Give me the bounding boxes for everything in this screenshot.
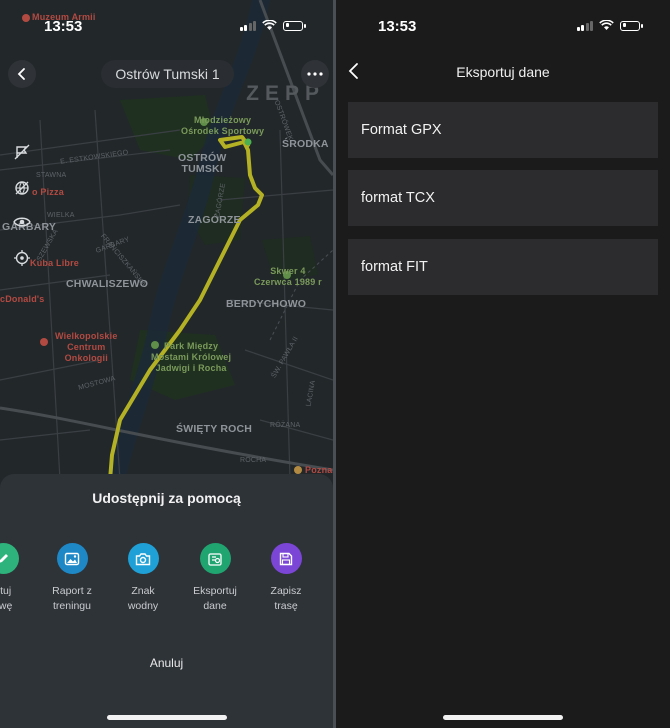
toggle-visibility-button[interactable] (12, 212, 32, 232)
cellular-signal-icon (239, 20, 256, 31)
map-label-pizza: o Pizza (32, 187, 64, 197)
toggle-layer-button[interactable] (12, 178, 32, 198)
map-label-hospital: Wielkopolskie Centrum Onkologii (55, 331, 118, 363)
crosshair-icon (14, 250, 30, 266)
share-option-label: Znak wodny (127, 585, 159, 612)
locate-button[interactable] (12, 248, 32, 268)
share-sheet-title: Udostępnij za pomocą (92, 490, 241, 506)
toggle-pace-button[interactable] (12, 142, 32, 162)
save-icon (270, 543, 302, 574)
share-sheet: Udostępnij za pomocą ytuj zwę Raport z t… (0, 474, 333, 728)
street-rozana: RÓŻANA (270, 422, 301, 429)
globe-off-icon (15, 181, 29, 195)
street-rocha: ROCHA (240, 457, 267, 464)
map-label-ostrow: OSTRÓW TUMSKI (178, 152, 227, 175)
flag-off-icon (14, 144, 30, 160)
status-time: 13:53 (44, 18, 83, 35)
ellipsis-icon (307, 72, 323, 76)
home-indicator[interactable] (443, 715, 563, 720)
share-option-label: Eksportuj dane (193, 585, 237, 612)
map-label-skwer: Skwer 4 Czerwca 1989 r (254, 266, 322, 287)
share-option-label: ytuj zwę (0, 585, 13, 612)
route-start-marker (244, 138, 252, 146)
share-option-label: Raport z treningu (52, 585, 92, 612)
back-button[interactable] (8, 60, 36, 88)
cellular-signal-icon (576, 20, 593, 31)
share-option-save-route[interactable]: Zapisz trasę (251, 543, 321, 614)
image-icon (56, 543, 88, 574)
share-option-export-data[interactable]: Eksportuj dane (180, 543, 250, 614)
location-title: Ostrów Tumski 1 (101, 60, 234, 88)
share-option-label: Zapisz trasę (270, 585, 302, 612)
camera-icon (127, 543, 159, 574)
street-stawna: STAWNA (36, 172, 67, 179)
export-format-tcx[interactable]: format TCX (348, 170, 658, 226)
export-data-screen: 13:53 Eksportuj dane Format GPX format T… (336, 0, 670, 728)
export-icon (199, 543, 231, 574)
share-option-watermark[interactable]: Znak wodny (108, 543, 178, 614)
status-bar: 13:53 (336, 14, 670, 42)
share-option-training-report[interactable]: Raport z treningu (37, 543, 107, 614)
map-label-park: Park Między Mostami Królowej Jadwigi i R… (151, 341, 232, 373)
status-time: 13:53 (378, 18, 417, 35)
battery-icon (283, 20, 306, 31)
pencil-icon (0, 543, 19, 574)
route-map-screen: Muzeum Armii Młodzieżowy Ośrodek Sportow… (0, 0, 333, 728)
battery-icon (620, 20, 643, 31)
map-label-mcdonalds: cDonald's (0, 294, 45, 304)
chevron-left-icon (17, 68, 25, 80)
map-label-berdychowo: BERDYCHOWO (226, 298, 307, 310)
more-options-button[interactable] (301, 60, 329, 88)
wifi-icon (599, 20, 614, 30)
export-format-fit[interactable]: format FIT (348, 239, 658, 295)
cancel-button[interactable]: Anuluj (0, 656, 333, 670)
share-option-rename[interactable]: ytuj zwę (0, 543, 38, 614)
map-label-stadium: Młodzieżowy Ośrodek Sportowy (181, 115, 265, 136)
wifi-icon (262, 20, 277, 30)
export-format-gpx[interactable]: Format GPX (348, 102, 658, 158)
page-title: Eksportuj dane (456, 64, 550, 80)
home-indicator[interactable] (107, 715, 227, 720)
nav-header: Eksportuj dane (336, 52, 670, 90)
eye-icon (13, 217, 31, 227)
street-wielka: WIELKA (47, 212, 75, 219)
status-bar: 13:53 (0, 14, 333, 42)
map-label-swiety-roch: ŚWIĘTY ROCH (176, 423, 253, 435)
